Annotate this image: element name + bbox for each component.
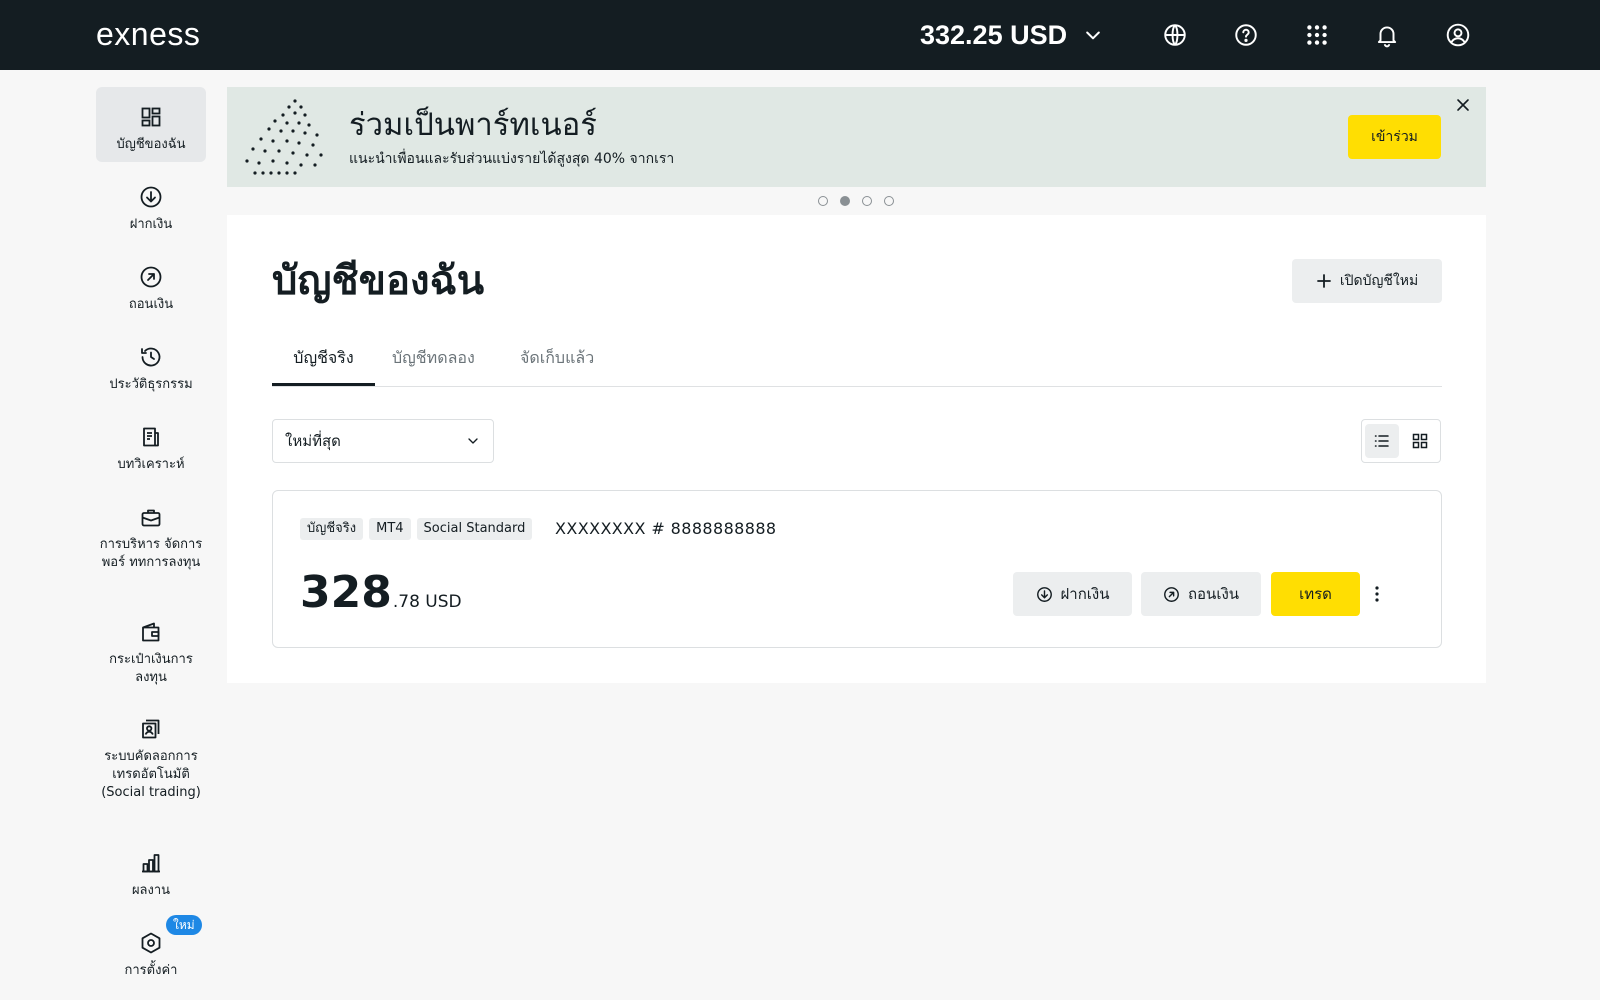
social-trading-icon [138, 716, 164, 742]
banner-title: ร่วมเป็นพาร์ทเนอร์ [349, 107, 597, 143]
tag-real: บัญชีจริง [300, 518, 364, 540]
tab-demo[interactable]: บัญชีทดลอง [392, 343, 475, 386]
sidebar-item-performance[interactable]: ผลงาน [96, 850, 206, 900]
view-toggle [1361, 419, 1441, 463]
exness-logo[interactable]: exness [96, 14, 200, 54]
balance-decimal: .78 USD [392, 592, 462, 612]
balance-value: 332.25 USD [920, 20, 1068, 50]
analytics-icon [138, 424, 164, 450]
close-icon[interactable] [1453, 95, 1473, 115]
dashboard-icon [138, 104, 164, 130]
sidebar-item-history[interactable]: ประวัติธุรกรรม [96, 344, 206, 394]
trade-button[interactable]: เทรด [1271, 572, 1360, 616]
balance-integer: 328 [300, 567, 392, 618]
new-badge: ใหม่ [166, 915, 202, 935]
withdraw-icon [138, 264, 164, 290]
globe-icon[interactable] [1160, 20, 1190, 50]
portfolio-icon [138, 504, 164, 530]
tab-archived[interactable]: จัดเก็บแล้ว [520, 343, 594, 386]
chevron-down-icon [468, 438, 478, 444]
deposit-icon [1036, 586, 1052, 602]
balance-dropdown[interactable]: 332.25 USD [920, 16, 1103, 54]
sidebar-item-wallet[interactable]: กระเป๋าเงินการ ลงทุน [96, 619, 206, 687]
tag-account-type: Social Standard [416, 518, 533, 540]
sidebar-item-label: ระบบคัดลอกการ เทรดอัตโนมัติ (Social trad… [101, 749, 201, 800]
carousel-dot[interactable] [884, 196, 894, 206]
performance-icon [138, 850, 164, 876]
sidebar-item-withdraw[interactable]: ถอนเงิน [96, 264, 206, 314]
sidebar-item-label: การบริหาร จัดการ พอร์ ททการลงทุน [99, 537, 203, 570]
accounts-panel: บัญชีของฉัน เปิดบัญชีใหม่ บัญชีจริง บัญช… [227, 215, 1486, 683]
sidebar-item-label: การตั้งค่า [124, 963, 178, 978]
tag-platform: MT4 [369, 518, 411, 540]
carousel-dot[interactable] [862, 196, 872, 206]
sort-selected-value: ใหม่ที่สุด [285, 432, 341, 450]
top-bar: exness 332.25 USD [0, 0, 1600, 70]
sidebar-item-label: บทวิเคราะห์ [117, 457, 185, 472]
withdraw-button[interactable]: ถอนเงิน [1141, 572, 1261, 616]
account-name: XXXXXXXX # 8888888888 [555, 517, 776, 541]
sort-dropdown[interactable]: ใหม่ที่สุด [272, 419, 494, 463]
chevron-down-icon [1086, 31, 1100, 40]
sidebar-item-label: ประวัติธุรกรรม [109, 377, 193, 392]
user-icon[interactable] [1443, 20, 1473, 50]
more-options-icon[interactable] [1363, 580, 1391, 608]
wallet-icon [138, 619, 164, 645]
sidebar-item-label: บัญชีของฉัน [116, 137, 186, 152]
tab-real[interactable]: บัญชีจริง [272, 343, 375, 386]
carousel-dots [818, 196, 894, 206]
sidebar-item-label: ฝากเงิน [129, 217, 173, 232]
account-tags: บัญชีจริง MT4 Social Standard [300, 518, 533, 540]
apps-grid-icon[interactable] [1302, 20, 1332, 50]
banner-subtitle: แนะนำเพื่อนและรับส่วนแบ่งรายได้สูงสุด 40… [349, 151, 675, 167]
sidebar-item-social-trading[interactable]: ระบบคัดลอกการ เทรดอัตโนมัติ (Social trad… [96, 716, 206, 802]
withdraw-label: ถอนเงิน [1187, 585, 1240, 603]
sidebar-item-analytics[interactable]: บทวิเคราะห์ [96, 424, 206, 474]
grid-view-icon[interactable] [1403, 424, 1437, 458]
partner-illustration [245, 99, 323, 175]
carousel-dot-active[interactable] [840, 196, 850, 206]
carousel-dot[interactable] [818, 196, 828, 206]
deposit-label: ฝากเงิน [1060, 585, 1110, 603]
account-card[interactable]: บัญชีจริง MT4 Social Standard XXXXXXXX #… [272, 490, 1442, 648]
account-tabs: บัญชีจริง บัญชีทดลอง จัดเก็บแล้ว [272, 335, 1442, 387]
withdraw-icon [1164, 586, 1179, 602]
account-balance: 328 .78 USD [300, 565, 462, 621]
sidebar-item-label: ผลงาน [131, 883, 171, 898]
help-icon[interactable] [1231, 20, 1261, 50]
list-view-icon[interactable] [1365, 424, 1399, 458]
plus-icon [1316, 274, 1331, 288]
sidebar-item-label: ถอนเงิน [128, 297, 174, 312]
bell-icon[interactable] [1372, 20, 1402, 50]
account-title: XXXXXXXX [555, 519, 646, 538]
sidebar-item-label: กระเป๋าเงินการ ลงทุน [109, 652, 193, 685]
deposit-icon [138, 184, 164, 210]
promo-banner: ร่วมเป็นพาร์ทเนอร์ แนะนำเพื่อนและรับส่วน… [227, 87, 1486, 187]
history-icon [138, 344, 164, 370]
open-new-account-button[interactable]: เปิดบัญชีใหม่ [1292, 259, 1442, 303]
deposit-button[interactable]: ฝากเงิน [1013, 572, 1132, 616]
account-number: # 8888888888 [651, 519, 777, 538]
sidebar-item-settings[interactable]: การตั้งค่า ใหม่ [96, 915, 206, 980]
settings-icon [138, 930, 164, 956]
sidebar-item-deposit[interactable]: ฝากเงิน [96, 184, 206, 234]
sidebar-item-portfolio[interactable]: การบริหาร จัดการ พอร์ ททการลงทุน [96, 504, 206, 572]
sidebar-item-my-accounts[interactable]: บัญชีของฉัน [96, 87, 206, 162]
open-new-account-label: เปิดบัญชีใหม่ [1339, 273, 1419, 289]
page-title: บัญชีของฉัน [272, 258, 485, 304]
join-button[interactable]: เข้าร่วม [1348, 115, 1441, 159]
